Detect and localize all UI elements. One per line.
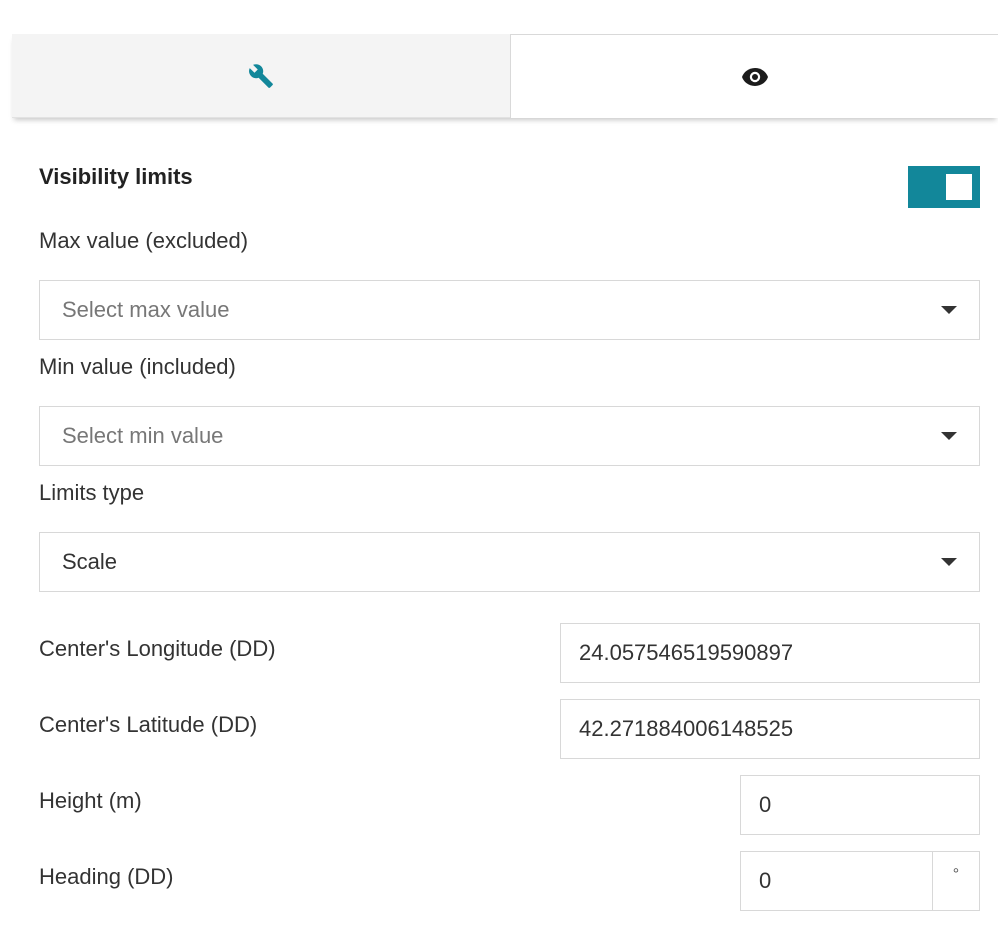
center-longitude-input[interactable] — [560, 623, 980, 683]
limits-type-select[interactable]: Scale — [39, 532, 980, 592]
max-value-placeholder: Select max value — [62, 297, 230, 322]
visibility-limits-title: Visibility limits — [39, 164, 193, 189]
min-value-label: Min value (included) — [39, 354, 236, 379]
height-input[interactable] — [740, 775, 980, 835]
settings-panel: Visibility limits Max value (excluded) S… — [0, 0, 998, 929]
caret-down-icon — [941, 306, 957, 314]
heading-input[interactable] — [741, 852, 933, 910]
min-value-placeholder: Select min value — [62, 423, 224, 448]
visibility-limits-toggle[interactable] — [908, 166, 980, 208]
heading-unit-addon: ° — [933, 852, 979, 910]
limits-type-label: Limits type — [39, 480, 145, 505]
heading-label: Heading (DD) — [39, 864, 174, 889]
tab-visibility[interactable] — [510, 34, 998, 118]
eye-icon — [741, 66, 769, 88]
center-latitude-input[interactable] — [560, 699, 980, 759]
tab-bar — [12, 34, 998, 118]
max-value-label: Max value (excluded) — [39, 228, 249, 253]
limits-type-value: Scale — [62, 549, 118, 574]
min-value-select[interactable]: Select min value — [39, 406, 980, 466]
wrench-icon — [248, 63, 274, 89]
heading-input-group: ° — [740, 851, 980, 911]
center-latitude-label: Center's Latitude (DD) — [39, 712, 258, 737]
height-label: Height (m) — [39, 788, 142, 813]
caret-down-icon — [941, 558, 957, 566]
center-longitude-label: Center's Longitude (DD) — [39, 636, 276, 661]
caret-down-icon — [941, 432, 957, 440]
max-value-select[interactable]: Select max value — [39, 280, 980, 340]
toggle-knob — [946, 174, 972, 200]
tab-tools[interactable] — [12, 34, 510, 118]
